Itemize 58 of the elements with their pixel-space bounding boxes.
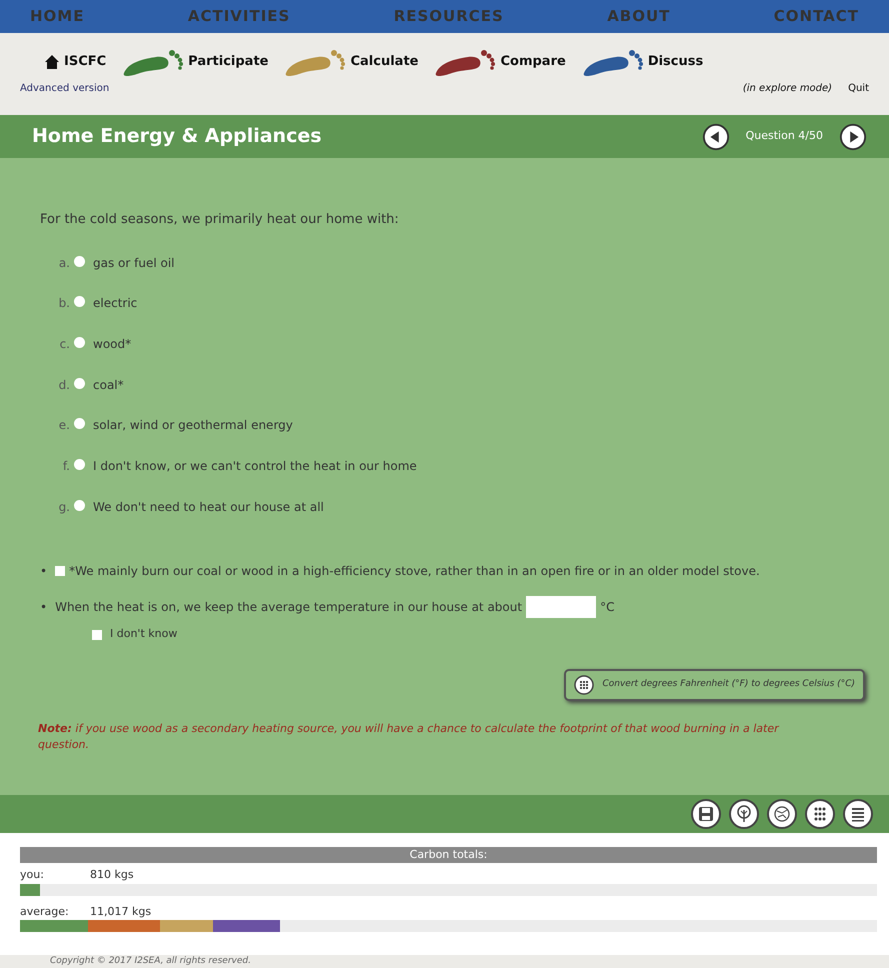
next-button[interactable] bbox=[839, 122, 867, 150]
carbon-header: Carbon totals: bbox=[20, 847, 877, 863]
radio-button[interactable] bbox=[74, 296, 85, 308]
option-label[interactable]: I don't know, or we can't control the heat in our home bbox=[93, 456, 417, 475]
option-label[interactable]: gas or fuel oil bbox=[93, 254, 174, 272]
house-icon bbox=[44, 54, 60, 70]
grid-button[interactable] bbox=[805, 799, 835, 829]
copyright-text: Copyright © 2017 I2SEA, all rights reserved. bbox=[0, 955, 889, 968]
total-value: 11,017 kgs bbox=[90, 904, 152, 920]
option-label[interactable]: coal* bbox=[93, 376, 124, 394]
temperature-field[interactable] bbox=[526, 596, 596, 618]
step-link[interactable]: Compare bbox=[434, 47, 566, 77]
total-label: average: bbox=[20, 904, 70, 920]
checkbox-label: I don't know bbox=[110, 626, 178, 642]
option-letter: g. bbox=[58, 498, 70, 516]
step-link[interactable]: Calculate bbox=[284, 47, 418, 77]
option-letter: e. bbox=[58, 417, 70, 434]
option-letter: b. bbox=[58, 295, 70, 312]
total-value: 810 kgs bbox=[90, 867, 134, 883]
checkbox-label: *We mainly burn our coal or wood in a high-efficiency stove, rather than in an open fire or in an older model stove. bbox=[69, 563, 760, 580]
radio-button[interactable] bbox=[74, 336, 85, 348]
unit-label: °C bbox=[600, 599, 614, 616]
option-label[interactable]: electric bbox=[93, 294, 138, 312]
option-letter: f. bbox=[62, 458, 70, 475]
question-counter: Question 4/50 bbox=[746, 128, 823, 144]
option-label[interactable]: solar, wind or geothermal energy bbox=[93, 416, 293, 434]
radio-button[interactable] bbox=[74, 418, 85, 430]
option-label[interactable]: wood* bbox=[93, 334, 132, 353]
radio-button[interactable] bbox=[74, 378, 85, 389]
radio-button[interactable] bbox=[74, 458, 85, 470]
radio-button[interactable] bbox=[74, 256, 85, 266]
grid-icon bbox=[574, 674, 594, 695]
option-letter: d. bbox=[58, 376, 70, 394]
step-link[interactable]: Participate bbox=[122, 47, 268, 77]
tree-button[interactable] bbox=[729, 799, 759, 829]
version-link[interactable]: Advanced version bbox=[20, 81, 110, 96]
checkbox[interactable] bbox=[92, 630, 102, 640]
note-text: Note: if you use wood as a secondary heating source, you will have a chance to calculate the footprint of that wood burning in a later question. bbox=[38, 720, 780, 754]
globe-button[interactable] bbox=[767, 799, 797, 829]
step-link[interactable]: ISCFC bbox=[44, 52, 106, 72]
option-label[interactable]: We don't need to heat our house at all bbox=[93, 498, 324, 516]
total-label: you: bbox=[20, 867, 45, 883]
checkbox[interactable] bbox=[55, 566, 66, 576]
bullet: • bbox=[40, 599, 48, 616]
question-text: For the cold seasons, we primarily heat our home with: bbox=[40, 211, 400, 229]
mode-label: (in explore mode) bbox=[742, 82, 832, 96]
section-title: Home Energy & Appliances bbox=[32, 124, 323, 150]
bullet: • bbox=[40, 563, 48, 580]
quit-link[interactable]: Quit bbox=[848, 81, 869, 96]
convert-button[interactable]: Convert degrees Fahrenheit (°F) to degrees Celsius (°C) bbox=[564, 668, 865, 701]
option-letter: a. bbox=[58, 254, 70, 272]
previous-button[interactable] bbox=[702, 122, 730, 150]
radio-button[interactable] bbox=[74, 500, 85, 511]
list-button[interactable] bbox=[843, 799, 873, 829]
step-link[interactable]: Discuss bbox=[582, 47, 704, 77]
question-text: When the heat is on, we keep the average temperature in our house at about bbox=[55, 599, 522, 616]
option-letter: c. bbox=[58, 336, 70, 353]
save-button[interactable] bbox=[691, 799, 721, 829]
